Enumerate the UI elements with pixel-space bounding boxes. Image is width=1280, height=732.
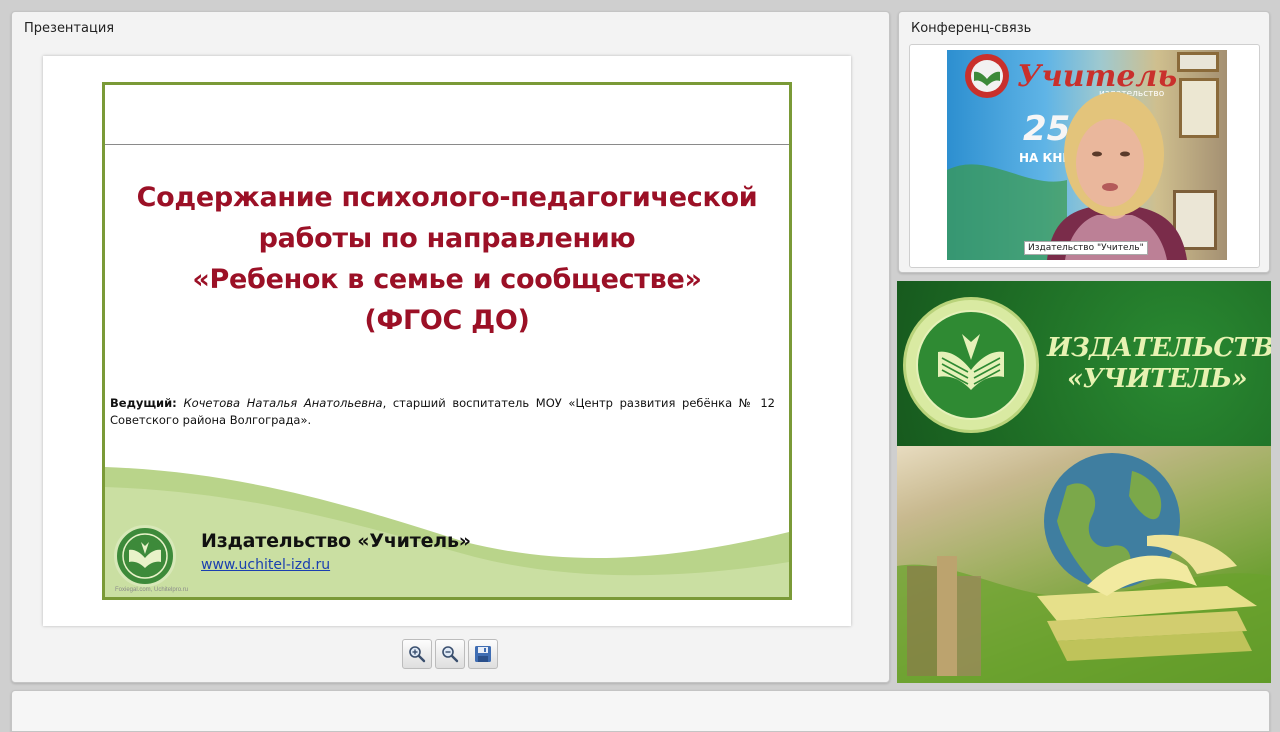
banner-line-2: «УЧИТЕЛЬ»: [1066, 364, 1248, 394]
video-scene: Учитель издательство 25 НА КНИЖ: [947, 52, 1219, 260]
zoom-out-button[interactable]: [435, 639, 465, 669]
slide-divider: [105, 144, 789, 145]
conference-panel-title: Конференц-связь: [911, 21, 1032, 36]
slide-title: Содержание психолого-педагогической рабо…: [115, 177, 779, 341]
participant-name-label: Издательство "Учитель": [1024, 241, 1148, 255]
presenter-info: Ведущий: Кочетова Наталья Анатольевна, с…: [110, 395, 775, 429]
conference-panel: Конференц-связь Учитель издательство 25 …: [898, 11, 1270, 273]
slide: Содержание психолого-педагогической рабо…: [102, 82, 792, 600]
floppy-disk-icon: [475, 646, 491, 662]
banner-line-1: ИЗДАТЕЛЬСТВО: [1047, 333, 1271, 363]
magnifier-plus-icon: [409, 646, 426, 663]
slide-website-link[interactable]: www.uchitel-izd.ru: [201, 557, 330, 573]
save-button[interactable]: [468, 639, 498, 669]
banner-logo-inner: [916, 310, 1026, 420]
slide-publisher-name: Издательство «Учитель»: [201, 530, 471, 552]
slide-title-line: работы по направлению: [258, 223, 636, 254]
zoom-in-button[interactable]: [402, 639, 432, 669]
slide-title-line: Содержание психолого-педагогической: [136, 182, 758, 213]
slide-footnote: Foxiegal.com, Uchitelpro.ru: [115, 587, 189, 593]
presenter-name: Кочетова Наталья Анатольевна: [183, 396, 383, 410]
publisher-banner: ИЗДАТЕЛЬСТВО «УЧИТЕЛЬ»: [897, 281, 1271, 683]
presentation-panel-title: Презентация: [24, 21, 115, 36]
slide-viewport[interactable]: Содержание психолого-педагогической рабо…: [43, 56, 851, 626]
webcam-frame: Учитель издательство 25 НА КНИЖ Издатель…: [909, 44, 1260, 268]
books-globe-illustration: [897, 453, 1271, 683]
bottom-panel: [11, 690, 1270, 732]
slide-title-line: (ФГОС ДО): [364, 305, 530, 336]
banner-header: ИЗДАТЕЛЬСТВО «УЧИТЕЛЬ»: [897, 281, 1271, 446]
magnifier-minus-icon: [442, 646, 459, 663]
book-logo-icon: [122, 533, 168, 579]
presenter-label: Ведущий:: [110, 396, 177, 410]
slide-title-line: «Ребенок в семье и сообществе»: [192, 264, 702, 295]
publisher-logo: [114, 525, 176, 587]
book-logo-icon: [938, 334, 1004, 390]
banner-image-books-globe: [897, 446, 1271, 683]
banner-logo: [903, 297, 1039, 433]
sign-number: 25: [1023, 109, 1070, 149]
presentation-panel: Презентация Содержание психолого-педагог…: [11, 11, 890, 683]
banner-publisher-name: ИЗДАТЕЛЬСТВО «УЧИТЕЛЬ»: [1047, 333, 1271, 395]
webcam-video[interactable]: Учитель издательство 25 НА КНИЖ Издатель…: [947, 50, 1227, 260]
